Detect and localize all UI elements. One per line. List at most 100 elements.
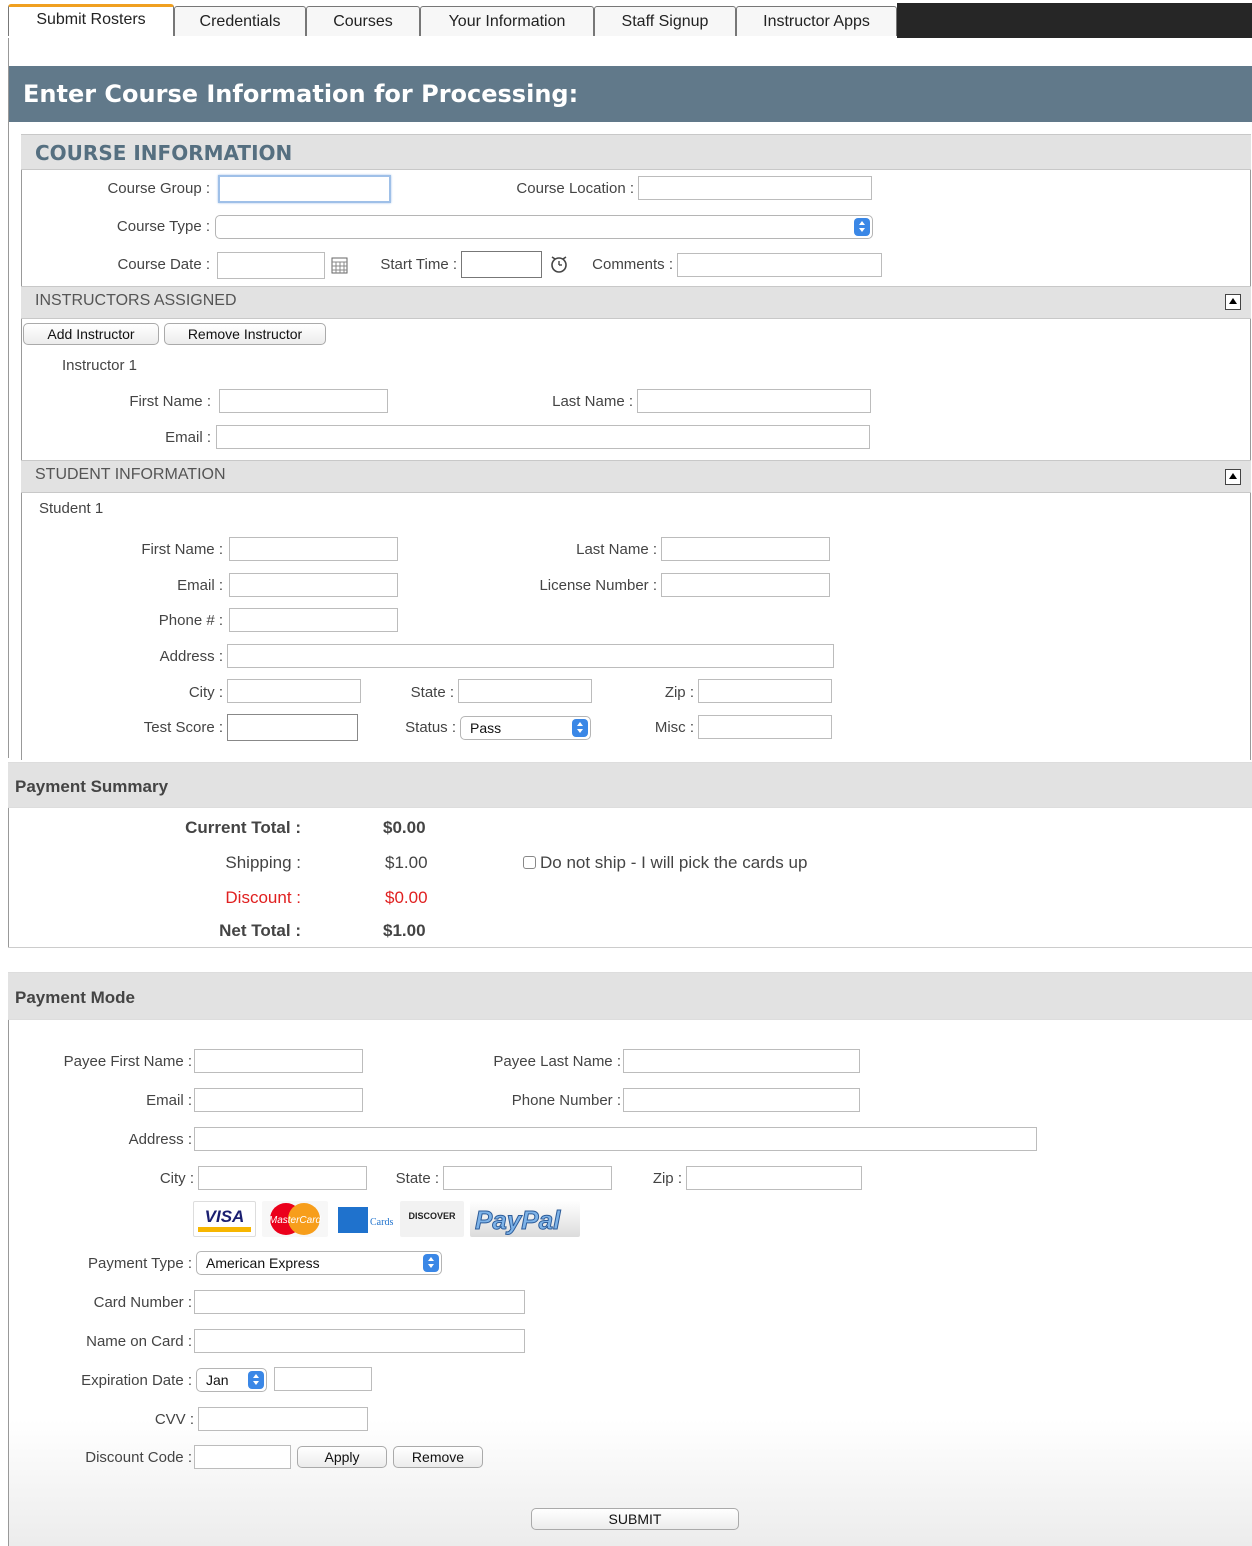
comments-label: Comments : — [592, 256, 673, 273]
instructors-title: INSTRUCTORS ASSIGNED — [35, 292, 237, 309]
course-date-label: Course Date : — [117, 256, 210, 273]
name-on-card-label: Name on Card : — [86, 1333, 192, 1350]
cvv-input[interactable] — [198, 1407, 368, 1431]
instructor-first-name-label: First Name : — [129, 393, 211, 410]
student-first-name-input[interactable] — [229, 537, 398, 561]
comments-input[interactable] — [677, 253, 882, 277]
student-last-name-input[interactable] — [661, 537, 830, 561]
amex-logo: Cards — [338, 1201, 398, 1237]
clock-icon[interactable] — [549, 254, 569, 274]
instructor-last-name-label: Last Name : — [552, 393, 633, 410]
start-time-input[interactable] — [461, 251, 542, 278]
payee-city-input[interactable] — [198, 1166, 367, 1190]
no-ship-label: Do not ship - I will pick the cards up — [540, 853, 808, 872]
payee-last-name-input[interactable] — [623, 1049, 860, 1073]
expiration-month-select[interactable]: Jan — [196, 1368, 267, 1392]
current-total-label: Current Total : — [185, 818, 301, 837]
course-info-header: COURSE INFORMATION — [21, 134, 1251, 170]
frame-left-summary — [8, 808, 9, 948]
current-total-value: $0.00 — [383, 818, 426, 837]
add-instructor-button[interactable]: Add Instructor — [23, 323, 159, 345]
instructor-email-label: Email : — [165, 429, 211, 446]
student-city-label: City : — [188, 684, 223, 701]
status-label: Status : — [405, 719, 456, 736]
collapse-icon[interactable] — [1225, 469, 1241, 485]
visa-logo: VISA — [193, 1201, 256, 1237]
shipping-value: $1.00 — [385, 853, 428, 872]
student-last-name-label: Last Name : — [576, 541, 657, 558]
student-zip-label: Zip : — [664, 684, 694, 701]
payee-state-label: State : — [395, 1170, 439, 1187]
discount-label: Discount : — [225, 888, 301, 907]
instructor-last-name-input[interactable] — [637, 389, 871, 413]
payment-type-select[interactable]: American Express — [196, 1251, 442, 1275]
students-header: STUDENT INFORMATION — [21, 460, 1251, 493]
payment-type-label: Payment Type : — [88, 1255, 192, 1272]
student-city-input[interactable] — [227, 679, 361, 703]
submit-button[interactable]: SUBMIT — [531, 1508, 739, 1530]
discount-code-label: Discount Code : — [85, 1449, 192, 1466]
payee-city-label: City : — [159, 1170, 194, 1187]
course-type-label: Course Type : — [116, 218, 210, 235]
payee-address-input[interactable] — [194, 1127, 1037, 1151]
student-email-input[interactable] — [229, 573, 398, 597]
course-type-select[interactable] — [215, 215, 873, 239]
payee-email-label: Email : — [146, 1092, 192, 1109]
payee-last-name-label: Payee Last Name : — [493, 1053, 621, 1070]
tab-credentials[interactable]: Credentials — [174, 6, 306, 36]
student-state-input[interactable] — [458, 679, 592, 703]
payment-type-value: American Express — [206, 1255, 320, 1271]
tab-bar: Submit Rosters Credentials Courses Your … — [0, 0, 1252, 38]
expiration-year-input[interactable] — [274, 1367, 372, 1391]
tab-staff-signup[interactable]: Staff Signup — [594, 6, 736, 36]
instructor-title: Instructor 1 — [62, 357, 138, 374]
payee-first-name-input[interactable] — [194, 1049, 363, 1073]
calendar-icon[interactable] — [331, 257, 348, 274]
student-state-label: State : — [410, 684, 454, 701]
tab-submit-rosters[interactable]: Submit Rosters — [8, 4, 174, 36]
chevron-updown-icon — [423, 1254, 439, 1272]
phone-input[interactable] — [229, 608, 398, 632]
student-first-name-label: First Name : — [141, 541, 223, 558]
course-date-input[interactable] — [217, 252, 325, 279]
payee-phone-label: Phone Number : — [511, 1092, 621, 1109]
net-total-value: $1.00 — [383, 921, 426, 940]
status-select[interactable]: Pass — [460, 716, 591, 740]
no-ship-checkbox[interactable] — [523, 856, 536, 869]
payee-address-label: Address : — [128, 1131, 192, 1148]
remove-discount-button[interactable]: Remove — [393, 1446, 483, 1468]
chevron-updown-icon — [572, 719, 588, 737]
instructor-first-name-input[interactable] — [219, 389, 388, 413]
remove-instructor-button[interactable]: Remove Instructor — [164, 323, 326, 345]
course-info-title: COURSE INFORMATION — [35, 141, 293, 165]
name-on-card-input[interactable] — [194, 1329, 525, 1353]
shipping-label: Shipping : — [225, 853, 301, 872]
instructor-email-input[interactable] — [216, 425, 870, 449]
apply-button[interactable]: Apply — [297, 1446, 387, 1468]
payee-first-name-label: Payee First Name : — [63, 1053, 192, 1070]
tab-instructor-apps[interactable]: Instructor Apps — [736, 6, 897, 36]
course-location-input[interactable] — [638, 176, 872, 200]
student-address-input[interactable] — [227, 644, 834, 668]
start-time-label: Start Time : — [380, 256, 457, 273]
payee-email-input[interactable] — [194, 1088, 363, 1112]
frame-left — [8, 38, 9, 758]
student-email-label: Email : — [177, 577, 223, 594]
course-group-input[interactable] — [218, 175, 391, 203]
student-zip-input[interactable] — [698, 679, 832, 703]
tab-courses[interactable]: Courses — [306, 6, 420, 36]
payee-zip-input[interactable] — [686, 1166, 862, 1190]
section-border-left — [21, 135, 22, 760]
license-number-input[interactable] — [661, 573, 830, 597]
discount-code-input[interactable] — [194, 1445, 291, 1469]
payee-phone-input[interactable] — [623, 1088, 860, 1112]
test-score-input[interactable] — [227, 714, 358, 741]
net-total-label: Net Total : — [219, 921, 301, 940]
collapse-icon[interactable] — [1225, 294, 1241, 310]
payee-state-input[interactable] — [443, 1166, 612, 1190]
misc-input[interactable] — [698, 715, 832, 739]
tab-your-information[interactable]: Your Information — [420, 6, 594, 36]
test-score-label: Test Score : — [143, 719, 223, 736]
phone-label: Phone # : — [158, 612, 223, 629]
card-number-input[interactable] — [194, 1290, 525, 1314]
